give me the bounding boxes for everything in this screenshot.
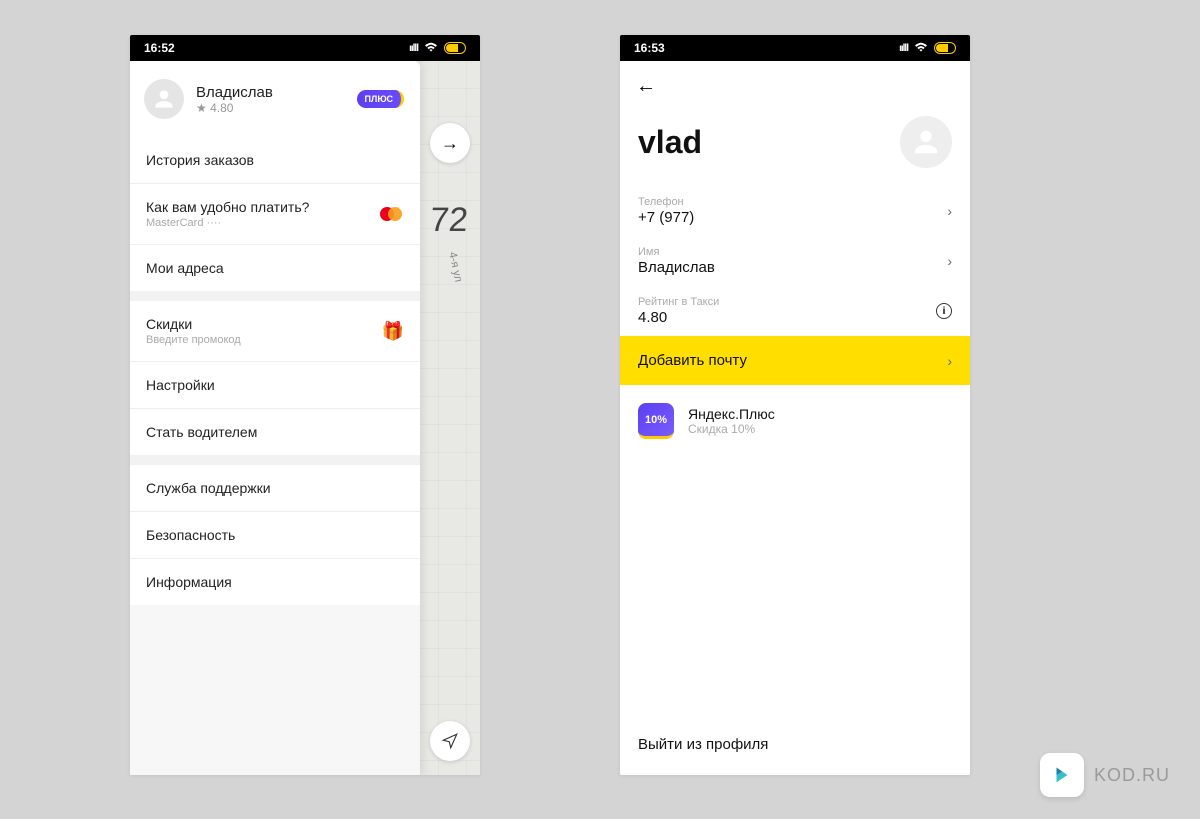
menu-payment-sub: MasterCard ···· <box>146 217 309 229</box>
menu-settings[interactable]: Настройки <box>130 361 420 408</box>
logout-button[interactable]: Выйти из профиля <box>620 714 970 775</box>
chevron-right-icon: › <box>947 203 952 219</box>
group-divider <box>130 455 420 465</box>
phone-label: Телефон <box>638 196 694 208</box>
chevron-right-icon: › <box>947 253 952 269</box>
menu-support[interactable]: Служба поддержки <box>130 465 420 511</box>
menu-info[interactable]: Информация <box>130 558 420 605</box>
back-row: ← <box>620 61 970 112</box>
menu-group-1: История заказов Как вам удобно платить? … <box>130 137 420 291</box>
watermark: KOD.RU <box>1040 753 1170 797</box>
menu-group-3: Служба поддержки Безопасность Информация <box>130 465 420 605</box>
wifi-icon <box>424 41 438 55</box>
gift-icon: 🎁 <box>382 321 404 342</box>
play-icon <box>1051 764 1073 786</box>
signal-icon: ıılll <box>409 43 418 54</box>
avatar <box>144 79 184 119</box>
location-arrow-icon <box>441 732 459 750</box>
menu-payment-title: Как вам удобно платить? <box>146 199 309 215</box>
battery-icon <box>934 42 956 54</box>
menu-addresses[interactable]: Мои адреса <box>130 244 420 291</box>
status-bar: 16:53 ıılll <box>620 35 970 61</box>
add-email-label: Добавить почту <box>638 352 747 369</box>
avatar[interactable] <box>900 116 952 168</box>
rating-value: 4.80 <box>638 309 719 326</box>
menu-settings-label: Настройки <box>146 377 215 393</box>
profile-name: Владислав <box>196 84 273 101</box>
status-time: 16:52 <box>144 41 175 55</box>
name-value: Владислав <box>638 259 715 276</box>
wifi-icon <box>914 41 928 55</box>
menu-payment[interactable]: Как вам удобно платить? MasterCard ···· <box>130 183 420 244</box>
group-divider <box>130 291 420 301</box>
field-phone[interactable]: Телефон +7 (977) › <box>620 186 970 236</box>
phone-value: +7 (977) <box>638 209 694 226</box>
plus-sub: Скидка 10% <box>688 422 775 436</box>
phone-right: 16:53 ıılll ← vlad Телефон +7 (977) › <box>620 35 970 775</box>
profile-rating: ★ 4.80 <box>196 101 273 115</box>
menu-discounts-title: Скидки <box>146 316 241 332</box>
status-icons: ıılll <box>409 41 466 55</box>
map-house-number: 72 <box>428 201 469 240</box>
battery-icon <box>444 42 466 54</box>
plus-tile-icon: 10% <box>638 403 674 439</box>
menu-become-driver[interactable]: Стать водителем <box>130 408 420 455</box>
menu-history[interactable]: История заказов <box>130 137 420 183</box>
status-icons: ıılll <box>899 41 956 55</box>
menu-discounts-sub: Введите промокод <box>146 334 241 346</box>
plus-title: Яндекс.Плюс <box>688 406 775 422</box>
menu-group-2: Скидки Введите промокод 🎁 Настройки Стат… <box>130 301 420 455</box>
profile-page: ← vlad Телефон +7 (977) › Имя Владислав … <box>620 61 970 775</box>
menu-safety[interactable]: Безопасность <box>130 511 420 558</box>
locate-button[interactable] <box>430 721 470 761</box>
watermark-text: KOD.RU <box>1094 765 1170 786</box>
status-time: 16:53 <box>634 41 665 55</box>
field-rating[interactable]: Рейтинг в Такси 4.80 i <box>620 286 970 336</box>
title-row: vlad <box>620 112 970 186</box>
status-bar: 16:52 ıılll <box>130 35 480 61</box>
menu-support-label: Служба поддержки <box>146 480 271 496</box>
chevron-right-icon: › <box>947 353 952 369</box>
menu-driver-label: Стать водителем <box>146 424 257 440</box>
phone-left: 16:52 ıılll 72 4-я ул → Владислав ★ 4.80 <box>130 35 480 775</box>
map-street-label: 4-я ул <box>446 251 464 283</box>
signal-icon: ıılll <box>899 43 908 54</box>
menu-discounts[interactable]: Скидки Введите промокод 🎁 <box>130 301 420 361</box>
profile-username: vlad <box>638 124 702 161</box>
menu-info-label: Информация <box>146 574 232 590</box>
name-label: Имя <box>638 246 715 258</box>
mastercard-icon <box>380 206 404 222</box>
back-button[interactable]: ← <box>636 75 656 97</box>
menu-drawer: Владислав ★ 4.80 ПЛЮС История заказов Ка… <box>130 61 420 775</box>
add-email-button[interactable]: Добавить почту › <box>620 336 970 385</box>
person-icon <box>909 125 943 159</box>
watermark-logo <box>1040 753 1084 797</box>
logout-label: Выйти из профиля <box>638 736 768 753</box>
rating-label: Рейтинг в Такси <box>638 296 719 308</box>
close-drawer-button[interactable]: → <box>430 123 470 163</box>
menu-safety-label: Безопасность <box>146 527 235 543</box>
menu-addresses-label: Мои адреса <box>146 260 224 276</box>
menu-history-label: История заказов <box>146 152 254 168</box>
arrow-right-icon: → <box>441 133 459 154</box>
drawer-fill <box>130 605 420 775</box>
profile-header[interactable]: Владислав ★ 4.80 ПЛЮС <box>130 61 420 137</box>
info-icon[interactable]: i <box>936 303 952 319</box>
field-name[interactable]: Имя Владислав › <box>620 236 970 286</box>
plus-badge: ПЛЮС <box>357 90 404 108</box>
person-icon <box>151 86 177 112</box>
yandex-plus-row[interactable]: 10% Яндекс.Плюс Скидка 10% <box>620 385 970 457</box>
